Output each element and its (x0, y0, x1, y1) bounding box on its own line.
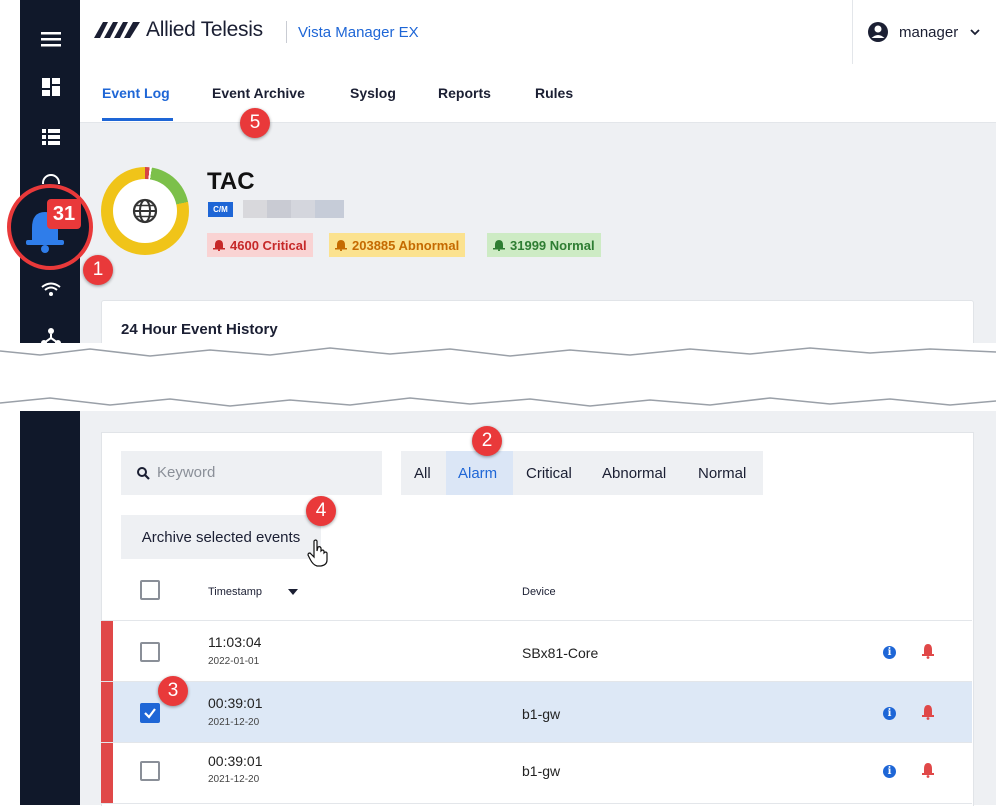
callout-4: 4 (306, 496, 336, 526)
normal-count: 31999 Normal (510, 237, 595, 253)
tab-syslog[interactable]: Syslog (350, 85, 396, 101)
alarm-bell-highlight[interactable]: 31 (7, 184, 93, 270)
table-row[interactable]: 11:03:04 2022-01-01 SBx81-Core i (101, 621, 972, 682)
dashboard-icon[interactable] (40, 76, 62, 98)
redacted-block (315, 200, 344, 218)
globe-icon[interactable] (40, 174, 62, 184)
row-checkbox[interactable] (140, 761, 160, 781)
tab-event-archive[interactable]: Event Archive (212, 85, 305, 101)
sort-desc-icon[interactable] (288, 589, 298, 595)
info-icon[interactable]: i (883, 646, 896, 659)
filter-normal-button[interactable]: Normal (698, 465, 746, 482)
top-bar: Allied Telesis Vista Manager EX manager (80, 0, 996, 65)
abnormal-count-badge: 203885 Abnormal (329, 233, 466, 257)
severity-indicator (101, 743, 113, 803)
event-status-donut (101, 167, 189, 255)
callout-5: 5 (240, 108, 270, 138)
wifi-icon[interactable] (40, 278, 62, 300)
active-tab-indicator (102, 118, 173, 121)
event-date: 2021-12-20 (208, 774, 260, 785)
filter-all-button[interactable]: All (414, 465, 431, 482)
critical-count-badge: 4600 Critical (207, 233, 313, 257)
sidebar-lower (20, 411, 80, 805)
event-device: SBx81-Core (522, 645, 599, 661)
menu-icon[interactable] (40, 28, 62, 50)
filter-alarm-button[interactable]: Alarm (458, 465, 497, 482)
brand-logo: Allied Telesis (94, 18, 263, 42)
allied-telesis-logo-icon (94, 22, 140, 38)
alarm-icon (213, 240, 225, 251)
torn-edge-gap (0, 343, 996, 411)
globe-icon (132, 198, 158, 224)
timestamp-column-header[interactable]: Timestamp (208, 586, 262, 598)
callout-3: 3 (158, 676, 188, 706)
info-icon[interactable]: i (883, 765, 896, 778)
table-row[interactable]: 00:39:01 2021-12-20 b1-gw i (101, 743, 972, 804)
search-icon (137, 467, 150, 480)
row-checkbox[interactable] (140, 703, 160, 723)
user-name: manager (899, 23, 959, 41)
redacted-block (267, 200, 291, 218)
alarm-icon (922, 705, 934, 720)
callout-2: 2 (472, 426, 502, 456)
hand-cursor-icon (307, 539, 328, 567)
event-time: 11:03:04 (208, 634, 262, 650)
tab-event-log[interactable]: Event Log (102, 85, 170, 101)
user-menu[interactable]: manager (852, 0, 996, 64)
abnormal-count: 203885 Abnormal (352, 237, 460, 253)
brand-name: Allied Telesis (146, 18, 263, 41)
select-all-checkbox[interactable] (140, 580, 160, 600)
alarm-icon (922, 763, 934, 778)
event-date: 2022-01-01 (208, 656, 260, 667)
search-input[interactable]: Keyword (121, 451, 382, 495)
list-icon[interactable] (40, 126, 62, 148)
tab-rules[interactable]: Rules (535, 85, 573, 101)
torn-edge-shadow (0, 347, 996, 407)
chevron-down-icon (970, 28, 980, 35)
history-title: 24 Hour Event History (121, 321, 278, 338)
info-icon[interactable]: i (883, 707, 896, 720)
table-row[interactable]: 00:39:01 2021-12-20 b1-gw i (101, 682, 972, 743)
checkmark-icon (144, 708, 156, 719)
site-type-badge: C/M (208, 202, 233, 217)
event-time: 00:39:01 (208, 753, 263, 769)
redacted-block (291, 200, 315, 218)
event-time: 00:39:01 (208, 695, 263, 711)
event-date: 2021-12-20 (208, 717, 260, 728)
alarm-icon (493, 240, 505, 251)
callout-1: 1 (83, 255, 113, 285)
filter-abnormal-button[interactable]: Abnormal (602, 465, 666, 482)
alarm-icon (922, 644, 934, 659)
severity-indicator (101, 621, 113, 681)
alarm-count-badge: 31 (47, 199, 81, 229)
alarm-icon (335, 240, 347, 251)
tab-bar: Event Log Event Archive Syslog Reports R… (80, 64, 996, 123)
search-placeholder: Keyword (157, 464, 216, 481)
severity-indicator (101, 682, 113, 742)
critical-count: 4600 Critical (230, 237, 307, 253)
normal-count-badge: 31999 Normal (487, 233, 601, 257)
archive-selected-button[interactable]: Archive selected events (121, 515, 321, 559)
filter-critical-button[interactable]: Critical (526, 465, 572, 482)
tab-reports[interactable]: Reports (438, 85, 491, 101)
row-checkbox[interactable] (140, 642, 160, 662)
severity-filter: All Alarm Critical Abnormal Normal (401, 451, 763, 495)
event-device: b1-gw (522, 706, 561, 722)
account-icon (868, 22, 888, 42)
site-name: TAC (207, 168, 255, 195)
redacted-block (243, 200, 267, 218)
event-device: b1-gw (522, 763, 561, 779)
product-name: Vista Manager EX (298, 24, 419, 41)
brand-divider (286, 21, 287, 43)
device-column-header[interactable]: Device (522, 586, 556, 598)
